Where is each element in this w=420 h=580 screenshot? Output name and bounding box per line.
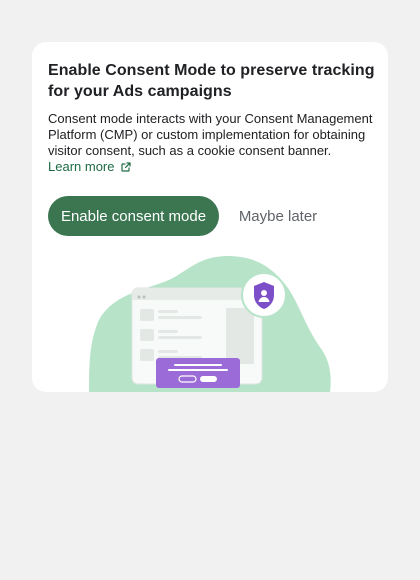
enable-consent-mode-button[interactable]: Enable consent mode: [48, 196, 219, 236]
consent-mode-card: Enable Consent Mode to preserve tracking…: [32, 42, 388, 392]
card-description: Consent mode interacts with your Consent…: [48, 111, 378, 175]
maybe-later-button[interactable]: Maybe later: [228, 196, 328, 236]
consent-illustration: [89, 256, 331, 392]
external-link-icon: [121, 162, 132, 172]
learn-more-label: Learn more: [48, 159, 115, 174]
description-text: Consent mode interacts with your Consent…: [48, 111, 373, 158]
consent-banner-illustration: [156, 358, 240, 388]
shield-user-icon: [241, 272, 287, 318]
learn-more-link[interactable]: Learn more: [48, 159, 132, 175]
card-title: Enable Consent Mode to preserve tracking…: [48, 62, 375, 100]
